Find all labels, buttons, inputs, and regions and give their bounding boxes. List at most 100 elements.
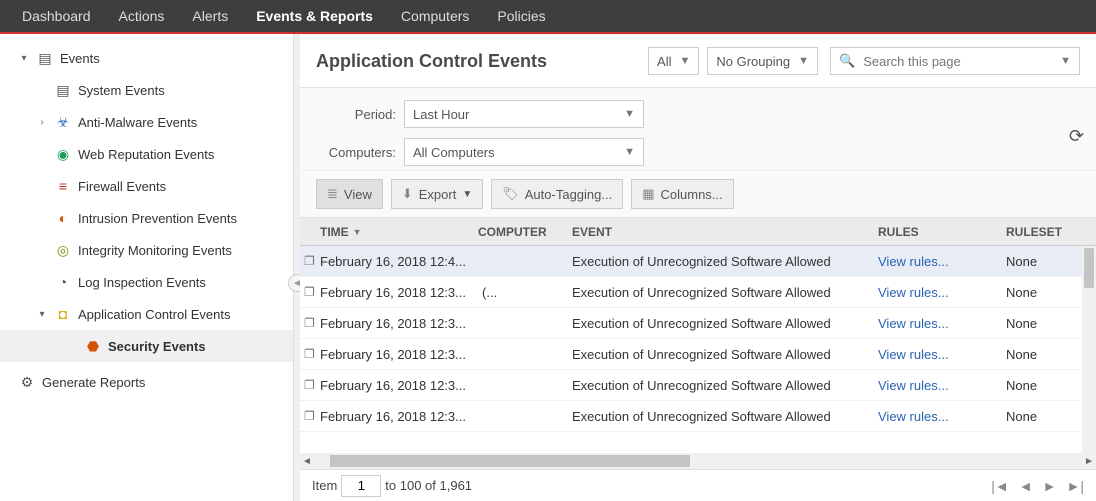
scroll-left-icon[interactable]: ◄ [300,456,314,467]
document-icon: ❐ [304,378,320,392]
sys-icon: ▤ [54,81,72,99]
grouping-select[interactable]: No Grouping ▼ [707,47,818,75]
sidebar-item-firewall-events[interactable]: ≡Firewall Events [0,170,293,202]
chevron-down-icon: ▼ [798,55,809,67]
scrollbar-thumb[interactable] [330,455,690,467]
cell-time: February 16, 2018 12:3... [320,378,478,393]
tag-icon: 🏷 [502,186,519,202]
table-row[interactable]: ❐February 16, 2018 12:3...Execution of U… [300,339,1096,370]
cell-time: February 16, 2018 12:3... [320,316,478,331]
top-nav: DashboardActionsAlertsEvents & ReportsCo… [0,0,1096,34]
table-row[interactable]: ❐February 16, 2018 12:3...Execution of U… [300,401,1096,432]
pager-item-label: Item [312,478,337,493]
view-rules-link[interactable]: View rules... [878,409,949,424]
filter-all-select[interactable]: All ▼ [648,47,699,75]
sidebar-item-web-reputation-events[interactable]: ◉Web Reputation Events [0,138,293,170]
reports-icon: ⚙ [18,373,36,391]
cell-event: Execution of Unrecognized Software Allow… [572,285,878,300]
nav-policies[interactable]: Policies [483,0,559,33]
nav-dashboard[interactable]: Dashboard [8,0,105,33]
cell-rules: View rules... [878,316,1006,331]
scrollbar-thumb[interactable] [1084,248,1094,288]
cell-computer [478,316,572,331]
sidebar-item-integrity-monitoring-events[interactable]: ◎Integrity Monitoring Events [0,234,293,266]
table-row[interactable]: ❐February 16, 2018 12:3...(...Execution … [300,277,1096,308]
computers-select[interactable]: All Computers ▼ [404,138,644,166]
autotag-button[interactable]: 🏷Auto-Tagging... [491,179,623,209]
cell-time: February 16, 2018 12:3... [320,285,478,300]
scrollbar-track[interactable] [318,455,1078,467]
im-icon: ◎ [54,241,72,259]
refresh-icon[interactable]: ⟳ [1069,126,1084,147]
view-rules-link[interactable]: View rules... [878,378,949,393]
export-button[interactable]: ⬇Export▼ [391,179,483,209]
view-rules-link[interactable]: View rules... [878,316,949,331]
column-header-time[interactable]: TIME▼ [320,225,478,239]
cell-computer [478,347,572,362]
nav-events-reports[interactable]: Events & Reports [242,0,387,33]
view-rules-link[interactable]: View rules... [878,347,949,362]
search-input[interactable] [863,54,1052,69]
document-icon: ❐ [304,347,320,361]
nav-computers[interactable]: Computers [387,0,483,33]
sidebar-item-anti-malware-events[interactable]: ›☣Anti-Malware Events [0,106,293,138]
nav-alerts[interactable]: Alerts [178,0,242,33]
cell-ruleset: None [1006,378,1086,393]
sidebar-item-intrusion-prevention-events[interactable]: ◐Intrusion Prevention Events [0,202,293,234]
table-row[interactable]: ❐February 16, 2018 12:3... Execution of U… [300,370,1096,401]
column-header-ruleset[interactable]: RULESET [1006,225,1086,239]
pager-first-icon[interactable]: |◄ [991,478,1009,494]
view-button[interactable]: ≣View [316,179,383,209]
sidebar-item-security-events[interactable]: ⬣Security Events [0,330,293,362]
sidebar-item-log-inspection-events[interactable]: ◔Log Inspection Events [0,266,293,298]
sidebar-item-label: Generate Reports [42,375,145,390]
sidebar-item-label: Anti-Malware Events [78,115,197,130]
sidebar-generate-reports[interactable]: ⚙ Generate Reports [0,366,293,398]
sidebar-root-events[interactable]: ▾ ▤ Events [0,42,293,74]
cell-rules: View rules... [878,378,1006,393]
sidebar-item-system-events[interactable]: ▤System Events [0,74,293,106]
cell-ruleset: None [1006,316,1086,331]
filter-bar: Period: Last Hour ▼ Computers: All Compu… [300,88,1096,171]
am-icon: ☣ [54,113,72,131]
column-header-computer[interactable]: COMPUTER [478,225,572,239]
table-row[interactable]: ❐February 16, 2018 12:4... Execution of U… [300,246,1096,277]
view-rules-link[interactable]: View rules... [878,254,949,269]
document-icon: ❐ [304,254,320,268]
view-rules-link[interactable]: View rules... [878,285,949,300]
ac-icon: ◘ [54,305,72,323]
calendar-icon: ▤ [36,49,54,67]
sidebar-item-label: Web Reputation Events [78,147,214,162]
export-icon: ⬇ [402,186,413,202]
cell-event: Execution of Unrecognized Software Allow… [572,409,878,424]
search-box[interactable]: 🔍 ▼ [830,47,1080,75]
sort-desc-icon: ▼ [353,227,362,237]
column-header-rules[interactable]: RULES [878,225,1006,239]
cell-ruleset: None [1006,347,1086,362]
cell-event: Execution of Unrecognized Software Allow… [572,254,878,269]
sidebar-item-application-control-events[interactable]: ▾◘Application Control Events [0,298,293,330]
pager-current-input[interactable] [341,475,381,497]
cell-ruleset: None [1006,409,1086,424]
pager: Item to 100 of 1,961 |◄ ◄ ► ►| [300,469,1096,501]
pager-next-icon[interactable]: ► [1043,478,1057,494]
sidebar-item-label: Firewall Events [78,179,166,194]
vertical-scrollbar[interactable] [1082,246,1096,453]
pager-prev-icon[interactable]: ◄ [1019,478,1033,494]
scroll-right-icon[interactable]: ► [1082,456,1096,467]
cell-rules: View rules... [878,347,1006,362]
sidebar-item-label: Security Events [108,339,206,354]
cell-time: February 16, 2018 12:4... [320,254,478,269]
period-select[interactable]: Last Hour ▼ [404,100,644,128]
column-header-event[interactable]: EVENT [572,225,878,239]
horizontal-scrollbar[interactable]: ◄ ► [300,453,1096,469]
sidebar: ▾ ▤ Events ▤System Events›☣Anti-Malware … [0,34,294,501]
pager-last-icon[interactable]: ►| [1067,478,1085,494]
nav-actions[interactable]: Actions [105,0,179,33]
toolbar: ≣View ⬇Export▼ 🏷Auto-Tagging... ▦Columns… [300,171,1096,218]
columns-button[interactable]: ▦Columns... [631,179,733,209]
chevron-down-icon: ▼ [1060,55,1071,67]
table-row[interactable]: ❐February 16, 2018 12:3...Execution of U… [300,308,1096,339]
title-bar: Application Control Events All ▼ No Grou… [300,35,1096,88]
cell-event: Execution of Unrecognized Software Allow… [572,378,878,393]
